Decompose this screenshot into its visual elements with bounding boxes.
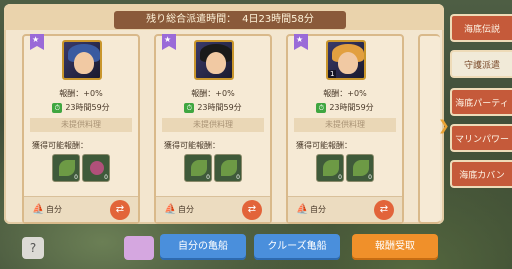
reward-items: 0 0 [184,154,244,184]
change-character-button[interactable]: ⇄ [110,200,130,220]
dispatch-time: ⏱ 23時間59分 [288,102,402,113]
my-boat-button[interactable]: 自分の亀船 [160,234,246,260]
item-count: 0 [338,174,342,181]
cruise-boat-button[interactable]: クルーズ亀船 [254,234,340,260]
item-count: 0 [74,174,78,181]
rarity-ribbon-icon [294,34,308,50]
boat-icon: ⛵ [296,204,309,215]
reward-item[interactable]: 0 [346,154,374,182]
clock-icon: ⏱ [52,102,63,113]
reward-bonus: 報酬：+0% [191,89,235,98]
tab-undersea-bag[interactable]: 海底カバン [450,160,512,188]
item-count: 0 [104,174,108,181]
leaf-icon [323,160,339,176]
reward-item[interactable]: 0 [316,154,344,182]
reward-item[interactable]: 0 [214,154,242,182]
item-count: 0 [368,174,372,181]
dispatch-card-2[interactable]: 報酬：+0% ⏱23時間59分 未提供料理 獲得可能報酬： 0 0 ⛵ 自分 ⇄ [154,34,272,224]
owner-label: 自分 [178,205,194,214]
character-level: 1 [328,70,337,78]
item-count: 0 [206,174,210,181]
obtainable-rewards-label: 獲得可能報酬： [296,141,352,150]
dispatch-time-value: 23時間59分 [329,103,374,112]
record-icon[interactable] [124,236,154,260]
obtainable-rewards-label: 獲得可能報酬： [32,141,88,150]
reward-item[interactable]: 0 [52,154,80,182]
reward-item[interactable]: 0 [82,154,110,182]
tab-marine-power[interactable]: マリンパワー [450,124,512,152]
reward-items: 0 0 [52,154,112,184]
dispatch-card-4-partial[interactable] [418,34,440,224]
obtainable-rewards-label: 獲得可能報酬： [164,141,220,150]
character-portrait[interactable] [194,40,234,80]
claim-rewards-button[interactable]: 報酬受取 [352,234,438,260]
dispatch-time-value: 23時間59分 [65,103,110,112]
card-footer: ⛵ 自分 ⇄ [156,196,270,222]
card-footer: ⛵ 自分 ⇄ [288,196,402,222]
rarity-ribbon-icon [30,34,44,50]
dispatch-card-3[interactable]: 1 報酬：+0% ⏱23時間59分 未提供料理 獲得可能報酬： 0 0 ⛵ 自分… [286,34,404,224]
rarity-ribbon-icon [162,34,176,50]
leaf-icon [59,160,75,176]
change-character-button[interactable]: ⇄ [374,200,394,220]
character-portrait[interactable] [62,40,102,80]
reward-items: 0 0 [316,154,376,184]
reward-bonus: 報酬：+0% [323,89,367,98]
food-status: 未提供料理 [162,118,264,132]
flower-icon [90,161,104,175]
face-shape [74,52,94,74]
tab-guardian-dispatch[interactable]: 守護派遣 [450,50,512,78]
reward-bonus: 報酬：+0% [59,89,103,98]
item-count: 0 [236,174,240,181]
dispatch-card-1[interactable]: 報酬：+0% ⏱23時間59分 未提供料理 獲得可能報酬： 0 0 ⛵ 自分 ⇄ [22,34,140,224]
boat-icon: ⛵ [32,204,45,215]
dispatch-panel: 残り総合派遣時間：4日23時間58分 報酬：+0% ⏱23時間59分 未提供料理… [4,4,444,224]
food-status: 未提供料理 [30,118,132,132]
remaining-time-label: 残り総合派遣時間： [146,14,237,25]
tab-undersea-party[interactable]: 海底パーティ [450,88,512,116]
reward-item[interactable]: 0 [184,154,212,182]
card-footer: ⛵ 自分 ⇄ [24,196,138,222]
face-shape [338,52,358,74]
help-button[interactable]: ? [22,237,44,259]
leaf-icon [353,160,369,176]
clock-icon: ⏱ [316,102,327,113]
clock-icon: ⏱ [184,102,195,113]
change-character-button[interactable]: ⇄ [242,200,262,220]
owner-label: 自分 [46,205,62,214]
dispatch-time: ⏱ 23時間59分 [24,102,138,113]
food-status: 未提供料理 [294,118,396,132]
expand-arrow-icon[interactable]: ❯ [438,116,450,136]
dispatch-time-value: 23時間59分 [197,103,242,112]
remaining-time-bar: 残り総合派遣時間： 4日23時間58分 [114,11,346,29]
leaf-icon [221,160,237,176]
remaining-time-value: 4日23時間58分 [242,14,314,25]
character-portrait[interactable]: 1 [326,40,366,80]
face-shape [206,52,226,74]
dispatch-time: ⏱ 23時間59分 [156,102,270,113]
owner-label: 自分 [310,205,326,214]
leaf-icon [191,160,207,176]
tab-undersea-legend[interactable]: 海底伝説 [450,14,512,42]
boat-icon: ⛵ [164,204,177,215]
bottom-bar: ? 自分の亀船 クルーズ亀船 報酬受取 [0,230,512,269]
